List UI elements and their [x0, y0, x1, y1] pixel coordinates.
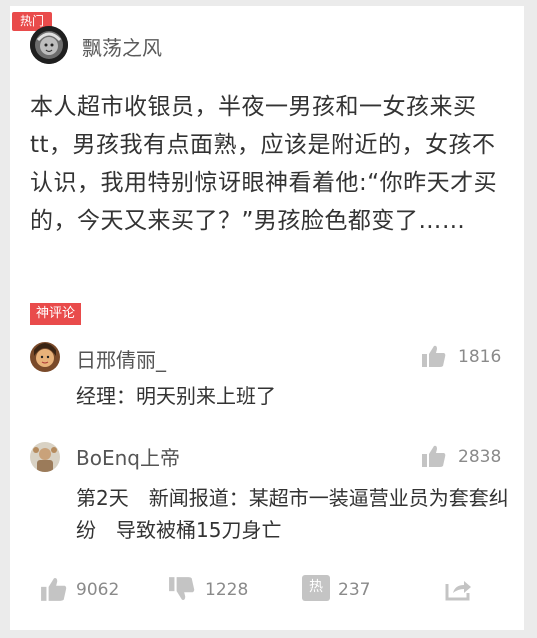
comment-username[interactable]: 日邢倩丽_	[76, 344, 166, 373]
thumbs-up-icon[interactable]	[421, 344, 447, 368]
post-text: 本人超市收银员，半夜一男孩和一女孩来买tt，男孩我有点面熟，应该是附近的，女孩不…	[30, 94, 498, 234]
thumbs-up-icon[interactable]	[421, 444, 447, 468]
user-avatar-icon	[30, 442, 60, 472]
thumbs-down-icon[interactable]	[168, 576, 196, 602]
share-icon[interactable]	[444, 576, 472, 602]
comment-count: 237	[338, 580, 371, 600]
user-avatar-icon	[30, 342, 60, 372]
comment-like-count: 1816	[458, 347, 502, 367]
comment-avatar[interactable]	[30, 342, 60, 372]
dislike-count: 1228	[205, 580, 249, 600]
comment-text: 第2天 新闻报道：某超市一装逼营业员为套套纠纷 导致被桶15刀身亡	[76, 486, 509, 542]
author-avatar[interactable]	[30, 26, 68, 64]
comment-icon[interactable]: 热	[302, 575, 330, 601]
comment-avatar[interactable]	[30, 442, 60, 472]
comment-like-count: 2838	[458, 447, 502, 467]
author-name[interactable]: 飘荡之风	[82, 32, 162, 61]
lion-avatar-icon	[30, 26, 68, 64]
comment-text: 经理：明天别来上班了	[76, 384, 276, 408]
post-card: 热门 飘荡之风 本人超市收银员，半夜一男孩和一女孩来买tt，男孩我有点面熟，应该…	[10, 6, 524, 630]
comment-username[interactable]: BoEnq上帝	[76, 442, 180, 471]
thumbs-up-icon[interactable]	[40, 576, 68, 602]
like-count: 9062	[76, 580, 120, 600]
god-comment-tag: 神评论	[30, 303, 82, 325]
